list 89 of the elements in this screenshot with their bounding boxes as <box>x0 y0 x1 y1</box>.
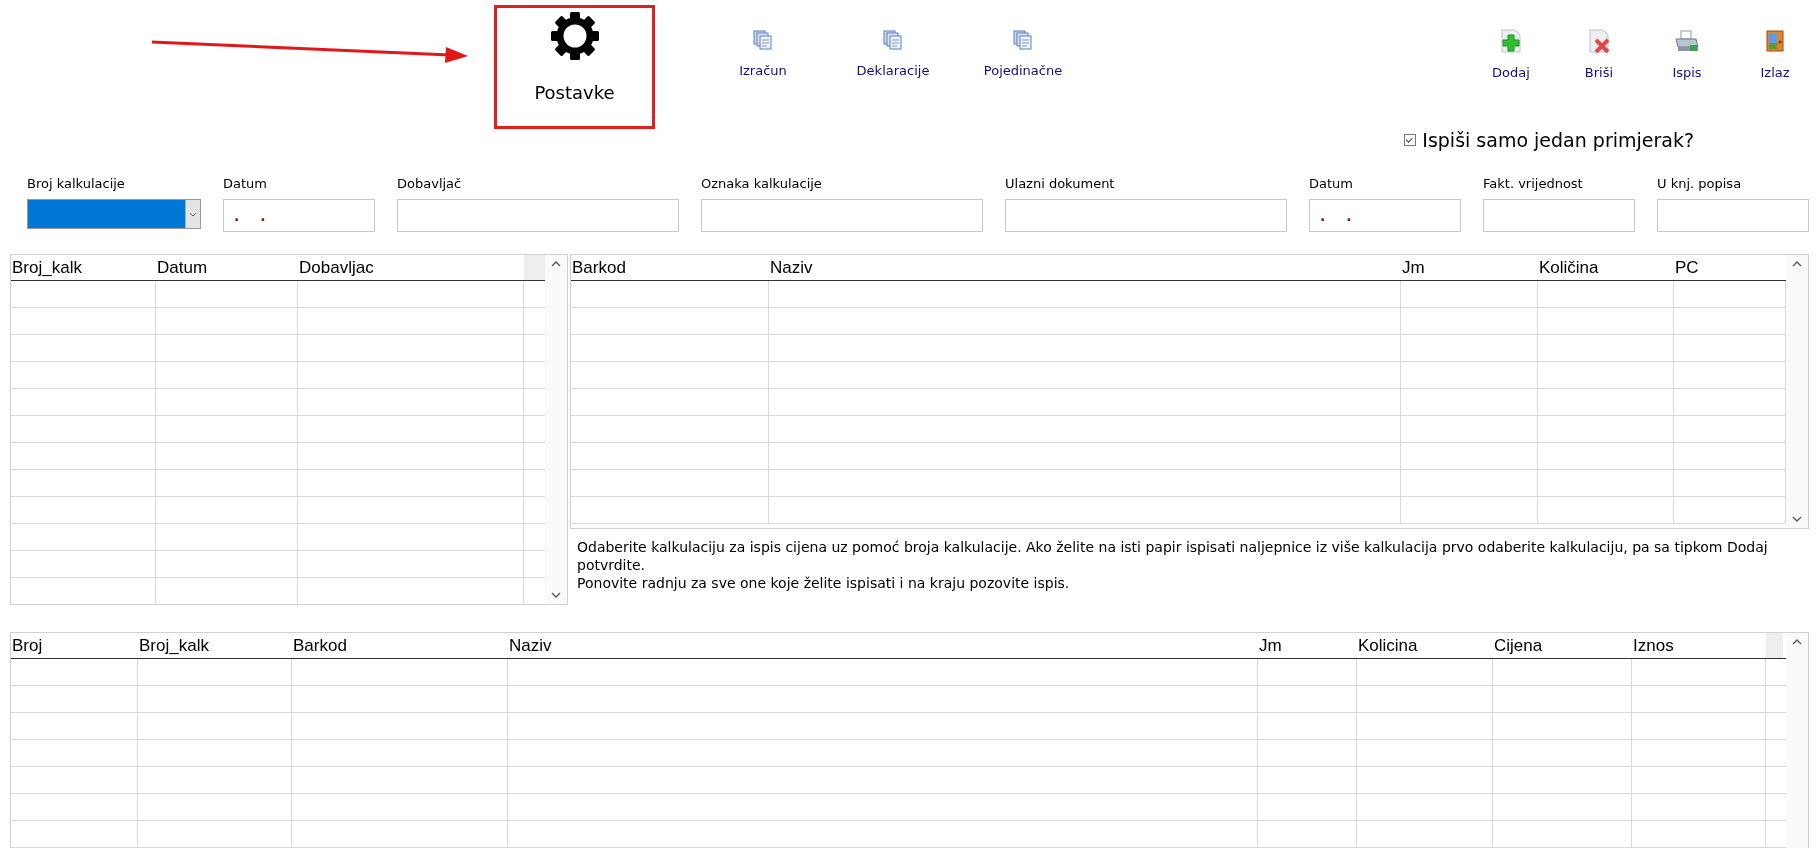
column-header[interactable]: Jm <box>1401 255 1538 280</box>
settings-button[interactable]: Postavke <box>494 5 655 129</box>
dropdown-field[interactable] <box>27 199 201 229</box>
field-label: Datum <box>223 175 268 193</box>
column-header[interactable]: Dobavljac <box>298 255 524 280</box>
date-field[interactable]: . . <box>1309 199 1461 232</box>
empty-row[interactable] <box>11 524 545 551</box>
empty-row[interactable] <box>11 497 545 524</box>
scroll-down-icon[interactable] <box>1792 516 1802 522</box>
empty-row[interactable] <box>571 443 1786 470</box>
add-document-icon <box>1499 29 1523 53</box>
empty-row[interactable] <box>11 362 545 389</box>
column-header[interactable]: Cijena <box>1493 633 1632 658</box>
column-header[interactable]: Kolicina <box>1357 633 1493 658</box>
delete-document-icon <box>1587 29 1611 53</box>
header-filler <box>1766 633 1783 658</box>
empty-row[interactable] <box>11 335 545 362</box>
toolbar-button[interactable]: Dodaj <box>1471 0 1551 81</box>
instructions-text: Odaberite kalkulaciju za ispis cijena uz pomoć broja kalkulacije. Ako želite na isti papir ispisati naljepnice iz više kalkulacija prvo odaberite kalkulaciju, pa sa tipkom Dodaj potvrdite. Ponovite radnju za sve one koje želite ispisati i na kraju pozovite ispis. <box>576 538 1769 592</box>
field-label: Dobavljač <box>397 175 463 193</box>
empty-row[interactable] <box>11 767 1786 794</box>
empty-row[interactable] <box>571 470 1786 497</box>
field-label: U knj. popisa <box>1657 175 1743 193</box>
toolbar-button[interactable]: Ispis <box>1647 0 1727 81</box>
empty-row[interactable] <box>11 740 1786 767</box>
empty-row[interactable] <box>571 335 1786 362</box>
printer-icon <box>1674 29 1700 53</box>
empty-row[interactable] <box>571 389 1786 416</box>
scroll-up-icon[interactable] <box>1792 261 1802 267</box>
field-label: Oznaka kalkulacije <box>701 175 823 193</box>
empty-row[interactable] <box>11 281 545 308</box>
field-label: Datum <box>1309 175 1354 193</box>
column-header[interactable]: Naziv <box>769 255 1401 280</box>
empty-row[interactable] <box>571 308 1786 335</box>
column-header[interactable]: Barkod <box>571 255 769 280</box>
scrollbar[interactable] <box>1786 633 1808 848</box>
column-header[interactable]: Broj_kalk <box>11 255 156 280</box>
empty-row[interactable] <box>11 551 545 578</box>
column-header[interactable]: Jm <box>1258 633 1357 658</box>
empty-row[interactable] <box>11 389 545 416</box>
column-header[interactable]: Količina <box>1538 255 1674 280</box>
field-label: Broj kalkulacije <box>27 175 126 193</box>
checkbox[interactable] <box>1404 134 1417 146</box>
scrollbar[interactable] <box>1786 255 1808 528</box>
input-field[interactable] <box>701 199 983 232</box>
checkbox-label[interactable]: Ispiši samo jedan primjerak? <box>1422 129 1694 151</box>
scroll-up-icon[interactable] <box>551 261 561 267</box>
column-header[interactable]: Broj <box>11 633 138 658</box>
column-header[interactable]: PC <box>1674 255 1786 280</box>
empty-row[interactable] <box>571 362 1786 389</box>
column-header[interactable]: Broj_kalk <box>138 633 292 658</box>
scroll-down-icon[interactable] <box>551 592 561 598</box>
empty-row[interactable] <box>571 497 1786 524</box>
empty-row[interactable] <box>11 821 1786 848</box>
documents-icon <box>882 29 904 51</box>
column-header[interactable]: Barkod <box>292 633 508 658</box>
documents-icon <box>752 29 774 51</box>
input-field[interactable] <box>397 199 679 232</box>
column-header[interactable]: Naziv <box>508 633 1258 658</box>
empty-row[interactable] <box>11 686 1786 713</box>
toolbar-button[interactable]: Briši <box>1559 0 1639 81</box>
toolbar-button[interactable]: Izračun <box>708 0 818 79</box>
toolbar-button[interactable]: Izlaz <box>1735 0 1815 81</box>
toolbar-button[interactable]: Deklaracije <box>838 0 948 79</box>
field-label: Fakt. vrijednost <box>1483 175 1584 193</box>
empty-row[interactable] <box>11 713 1786 740</box>
gear-icon <box>548 10 601 62</box>
header-filler <box>524 255 545 280</box>
empty-row[interactable] <box>11 416 545 443</box>
caret-icon <box>189 211 197 217</box>
empty-row[interactable] <box>11 659 1786 686</box>
column-header[interactable]: Iznos <box>1632 633 1766 658</box>
door-icon <box>1764 29 1786 53</box>
date-field[interactable]: . . <box>223 199 375 232</box>
column-header[interactable]: Datum <box>156 255 298 280</box>
empty-row[interactable] <box>571 281 1786 308</box>
scrollbar[interactable] <box>545 255 567 604</box>
input-field[interactable] <box>1005 199 1287 232</box>
empty-row[interactable] <box>11 443 545 470</box>
field-label: Ulazni dokument <box>1005 175 1116 193</box>
empty-row[interactable] <box>11 470 545 497</box>
input-field[interactable] <box>1483 199 1635 232</box>
empty-row[interactable] <box>571 416 1786 443</box>
input-field[interactable] <box>1657 199 1809 232</box>
scroll-up-icon[interactable] <box>1792 639 1802 645</box>
empty-row[interactable] <box>11 794 1786 821</box>
empty-row[interactable] <box>11 308 545 335</box>
toolbar-button[interactable]: Pojedinačne <box>968 0 1078 79</box>
documents-icon <box>1012 29 1034 51</box>
